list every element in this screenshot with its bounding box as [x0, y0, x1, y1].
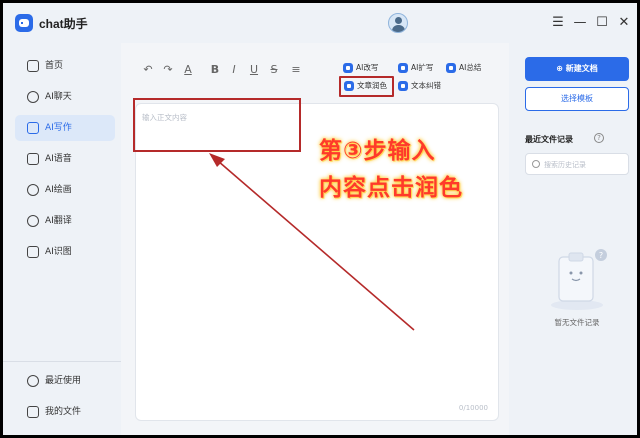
help-icon[interactable]: ?: [594, 133, 604, 143]
close-button[interactable]: ✕: [615, 14, 633, 32]
sidebar-item-my-files[interactable]: 我的文件: [15, 399, 115, 425]
underline-icon[interactable]: U: [247, 63, 261, 76]
folder-icon: [27, 406, 39, 418]
minimize-button[interactable]: —: [571, 14, 589, 32]
sidebar-item-ai-drawing[interactable]: AI绘画: [15, 177, 115, 203]
italic-icon[interactable]: I: [227, 63, 241, 76]
ai-summary-label: AI总结: [459, 63, 482, 72]
chat-icon: [27, 91, 39, 103]
palette-icon: [27, 184, 39, 196]
sidebar-item-ai-voice[interactable]: AI语音: [15, 146, 115, 172]
strikethrough-icon[interactable]: S: [267, 63, 281, 76]
bold-icon[interactable]: B: [208, 63, 222, 76]
ai-rewrite-label: AI改写: [356, 63, 379, 72]
expand-icon: [398, 63, 408, 73]
plus-icon: ⊕: [556, 64, 566, 73]
recent-files-title: 最近文件记录: [525, 135, 573, 144]
ai-expand-button[interactable]: AI扩写: [398, 61, 433, 75]
sidebar-divider: [3, 361, 121, 362]
clock-icon: [27, 375, 39, 387]
sidebar-item-home[interactable]: 首页: [15, 53, 115, 79]
choose-template-button[interactable]: 选择模板: [525, 87, 629, 111]
svg-text:?: ?: [599, 251, 603, 260]
proofread-icon: [398, 81, 408, 91]
sidebar-item-label: AI识图: [45, 247, 72, 257]
new-document-label: 新建文档: [565, 64, 598, 73]
ai-rewrite-button[interactable]: AI改写: [343, 61, 378, 75]
right-panel: ⊕ 新建文档 选择模板 最近文件记录 ? ? 暂无文件记录: [509, 43, 637, 435]
search-icon: [532, 160, 540, 168]
char-count: 0/10000: [458, 404, 488, 412]
sidebar-item-recent[interactable]: 最近使用: [15, 368, 115, 394]
home-icon: [27, 60, 39, 72]
sidebar-item-label: AI聊天: [45, 92, 72, 102]
sidebar-item-ai-writing[interactable]: AI写作: [15, 115, 115, 141]
new-document-button[interactable]: ⊕ 新建文档: [525, 57, 629, 81]
sidebar-item-label: AI语音: [45, 154, 72, 164]
write-icon: [27, 122, 39, 134]
ai-summary-button[interactable]: AI总结: [446, 61, 481, 75]
maximize-button[interactable]: ☐: [593, 14, 611, 32]
app-logo-icon: [15, 14, 33, 32]
sidebar-item-ai-chat[interactable]: AI聊天: [15, 84, 115, 110]
menu-icon[interactable]: ☰: [549, 14, 567, 32]
sidebar: 首页 AI聊天 AI写作 AI语音 AI绘画 AI翻译 AI识图 最近使用 我的…: [3, 43, 121, 435]
voice-icon: [27, 153, 39, 165]
summary-icon: [446, 63, 456, 73]
app-title: chat助手: [39, 17, 88, 31]
list-icon[interactable]: ≡: [289, 63, 303, 76]
annotation-line-1: 第③步输入: [319, 138, 436, 164]
scan-icon: [27, 246, 39, 258]
sidebar-item-label: AI绘画: [45, 185, 72, 195]
annotation-text: 第③步输入 内容点击润色: [319, 133, 519, 207]
sidebar-item-label: AI翻译: [45, 216, 72, 226]
sidebar-item-label: AI写作: [45, 123, 72, 133]
rewrite-icon: [343, 63, 353, 73]
font-color-icon[interactable]: A: [181, 63, 195, 76]
user-avatar[interactable]: [388, 13, 408, 33]
redo-icon[interactable]: ↷: [161, 63, 175, 76]
sidebar-item-label: 我的文件: [45, 407, 82, 417]
ai-expand-label: AI扩写: [411, 63, 434, 72]
input-highlight-box: [133, 98, 301, 152]
proofread-button[interactable]: 文本纠错: [398, 79, 441, 93]
avatar-body: [392, 25, 405, 32]
avatar-head: [395, 17, 402, 24]
sidebar-item-label: 最近使用: [45, 376, 82, 386]
empty-state-text: 暂无文件记录: [554, 318, 600, 327]
translate-icon: [27, 215, 39, 227]
polish-highlight-box: [339, 76, 394, 97]
history-search-box[interactable]: [525, 153, 629, 175]
empty-clipboard-illustration: ?: [551, 249, 607, 310]
sidebar-item-ai-image-recognition[interactable]: AI识图: [15, 239, 115, 265]
app-window: chat助手 ☰ — ☐ ✕ 首页 AI聊天 AI写作 AI语音 AI绘画 AI…: [3, 3, 637, 435]
sidebar-item-label: 首页: [45, 61, 64, 71]
annotation-line-2: 内容点击润色: [319, 175, 463, 201]
history-search-input[interactable]: [544, 158, 626, 172]
proofread-label: 文本纠错: [411, 81, 441, 90]
title-bar: chat助手 ☰ — ☐ ✕: [3, 3, 637, 43]
sidebar-item-ai-translate[interactable]: AI翻译: [15, 208, 115, 234]
undo-icon[interactable]: ↶: [141, 63, 155, 76]
